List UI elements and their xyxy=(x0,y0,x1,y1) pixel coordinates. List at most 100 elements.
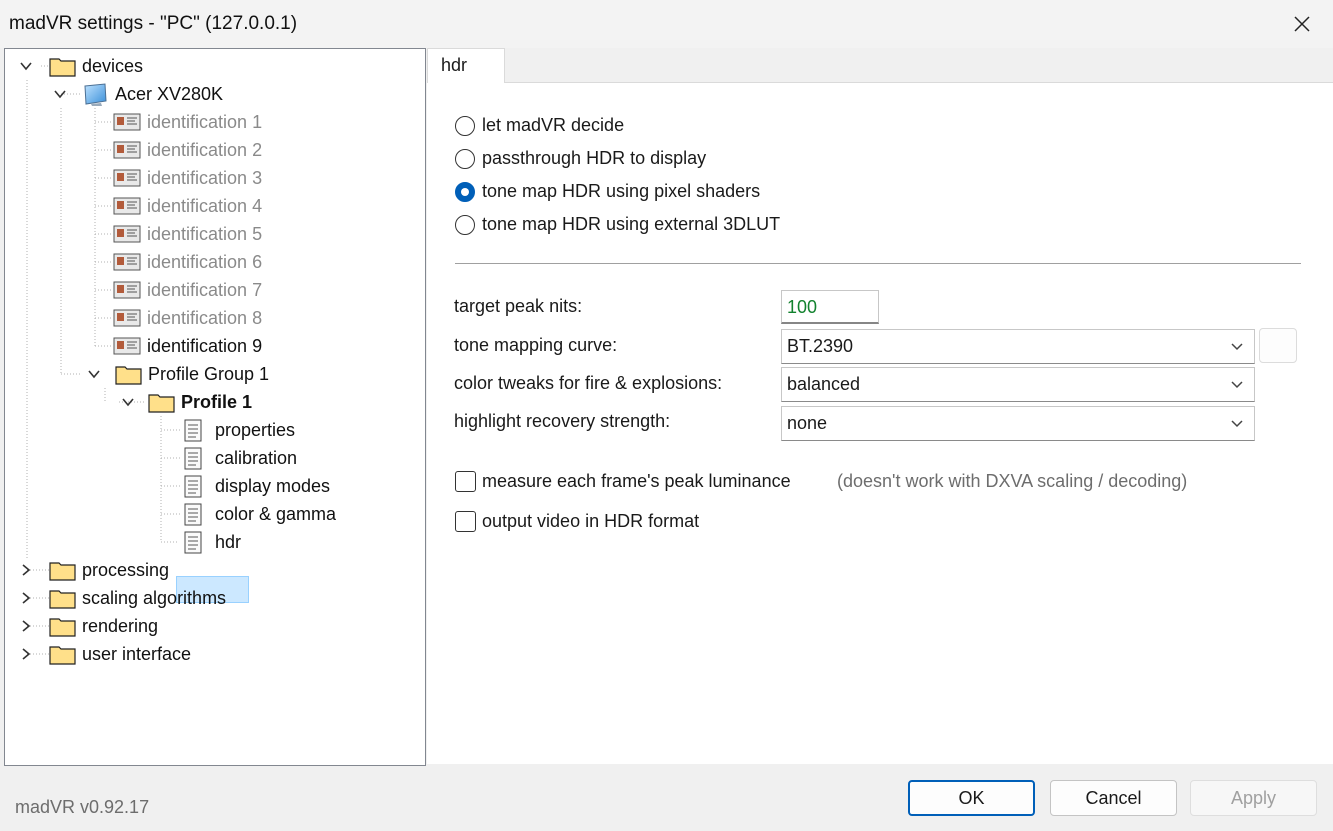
radio-label: let madVR decide xyxy=(482,115,625,135)
chevron-right-icon xyxy=(22,564,31,576)
version-label: madVR v0.92.17 xyxy=(15,797,150,817)
tree-item-identification[interactable]: identification 7 xyxy=(5,276,425,304)
chevron-down-icon xyxy=(1231,420,1243,428)
radio-button[interactable] xyxy=(455,215,475,235)
chevron-down-icon xyxy=(1231,343,1243,351)
tree-item-properties[interactable]: properties xyxy=(5,416,425,444)
tree-item-identification[interactable]: identification 3 xyxy=(5,164,425,192)
tree-item-calibration[interactable]: calibration xyxy=(5,444,425,472)
tree-label-identification: identification 7 xyxy=(147,280,263,300)
dxva-note: (doesn't work with DXVA scaling / decodi… xyxy=(837,471,1188,491)
folder-icon xyxy=(49,618,76,637)
tree-label-processing: processing xyxy=(82,560,170,580)
id-card-icon xyxy=(113,169,141,187)
tree-item-identification[interactable]: identification 5 xyxy=(5,220,425,248)
id-card-icon xyxy=(113,337,141,355)
tree-label-identification: identification 3 xyxy=(147,168,263,188)
tree-label-identification: identification 2 xyxy=(147,140,263,160)
tree-label-devices: devices xyxy=(82,56,144,76)
tree-label-calibration: calibration xyxy=(215,448,298,468)
target-peak-nits-label: target peak nits: xyxy=(454,296,583,316)
document-icon xyxy=(184,419,202,442)
folder-icon xyxy=(49,646,76,665)
tree-item-hdr[interactable]: hdr xyxy=(5,528,425,556)
apply-button[interactable]: Apply xyxy=(1190,780,1317,816)
id-card-icon xyxy=(113,253,141,271)
tab-label: hdr xyxy=(441,55,468,75)
highlight-recovery-label: highlight recovery strength: xyxy=(454,411,671,431)
id-card-icon xyxy=(113,225,141,243)
chevron-down-icon xyxy=(122,398,134,407)
folder-icon xyxy=(49,58,76,77)
tree-item-identification[interactable]: identification 9 xyxy=(5,332,425,360)
radio-button-selected[interactable] xyxy=(455,182,475,202)
monitor-icon xyxy=(84,83,107,106)
tree-label-identification: identification 5 xyxy=(147,224,263,244)
chevron-right-icon xyxy=(22,620,31,632)
document-icon xyxy=(184,531,202,554)
color-tweaks-select[interactable]: balanced xyxy=(781,367,1255,402)
chevron-right-icon xyxy=(22,592,31,604)
tree-item-identification[interactable]: identification 1 xyxy=(5,108,425,136)
chevron-down-icon xyxy=(54,90,66,99)
tree-label-user-interface: user interface xyxy=(82,644,192,664)
ok-button[interactable]: OK xyxy=(908,780,1035,816)
checkbox-label: output video in HDR format xyxy=(482,511,700,531)
select-value: none xyxy=(787,413,828,433)
checkbox[interactable] xyxy=(455,511,476,532)
settings-tree[interactable]: devices Acer XV280K identification 1 ide… xyxy=(4,48,426,766)
tree-label-identification: identification 4 xyxy=(147,196,263,216)
curve-settings-button[interactable] xyxy=(1259,328,1297,363)
radio-label: passthrough HDR to display xyxy=(482,148,707,168)
tree-item-scaling-algorithms[interactable]: scaling algorithms xyxy=(5,584,425,612)
highlight-recovery-select[interactable]: none xyxy=(781,406,1255,441)
tree-label-scaling-algorithms: scaling algorithms xyxy=(82,588,227,608)
radio-label: tone map HDR using pixel shaders xyxy=(482,181,761,201)
tree-item-profile[interactable]: Profile 1 xyxy=(5,388,425,416)
id-card-icon xyxy=(113,309,141,327)
tree-item-identification[interactable]: identification 6 xyxy=(5,248,425,276)
folder-icon xyxy=(148,394,175,413)
radio-button[interactable] xyxy=(455,116,475,136)
settings-page: hdr let madVR decide passthrough HDR to … xyxy=(427,48,1333,764)
tree-item-identification[interactable]: identification 8 xyxy=(5,304,425,332)
tree-item-processing[interactable]: processing xyxy=(5,556,425,584)
tree-item-device[interactable]: Acer XV280K xyxy=(5,80,425,108)
color-tweaks-label: color tweaks for fire & explosions: xyxy=(454,373,723,393)
target-peak-nits-input[interactable]: 100 xyxy=(781,290,879,324)
checkbox[interactable] xyxy=(455,471,476,492)
tree-label-profile: Profile 1 xyxy=(181,392,253,412)
chevron-down-icon xyxy=(88,370,100,379)
radio-button[interactable] xyxy=(455,149,475,169)
tab-hdr[interactable]: hdr xyxy=(427,48,505,83)
id-card-icon xyxy=(113,197,141,215)
tree-label-color-gamma: color & gamma xyxy=(215,504,337,524)
tree-item-display-modes[interactable]: display modes xyxy=(5,472,425,500)
select-value: balanced xyxy=(787,374,861,394)
target-peak-nits-value: 100 xyxy=(787,297,818,317)
cancel-button[interactable]: Cancel xyxy=(1050,780,1177,816)
separator xyxy=(455,263,1301,264)
select-value: BT.2390 xyxy=(787,336,854,356)
tree-label-hdr: hdr xyxy=(215,532,242,552)
tree-item-rendering[interactable]: rendering xyxy=(5,612,425,640)
tree-item-user-interface[interactable]: user interface xyxy=(5,640,425,668)
window-title: madVR settings - "PC" (127.0.0.1) xyxy=(9,13,298,34)
close-button[interactable] xyxy=(1271,0,1333,48)
tab-strip: hdr xyxy=(427,48,1333,83)
tree-item-color-gamma[interactable]: color & gamma xyxy=(5,500,425,528)
id-card-icon xyxy=(113,113,141,131)
close-icon xyxy=(1294,16,1310,32)
tone-mapping-curve-label: tone mapping curve: xyxy=(454,335,618,355)
tree-item-identification[interactable]: identification 2 xyxy=(5,136,425,164)
folder-icon xyxy=(49,562,76,581)
tree-item-devices[interactable]: devices xyxy=(5,52,425,80)
tree-label-profile-group: Profile Group 1 xyxy=(148,364,270,384)
document-icon xyxy=(184,475,202,498)
tree-item-identification[interactable]: identification 4 xyxy=(5,192,425,220)
tree-label-properties: properties xyxy=(215,420,296,440)
tone-mapping-curve-select[interactable]: BT.2390 xyxy=(781,329,1255,364)
tree-item-profile-group[interactable]: Profile Group 1 xyxy=(5,360,425,388)
radio-label: tone map HDR using external 3DLUT xyxy=(482,214,781,234)
title-bar: madVR settings - "PC" (127.0.0.1) xyxy=(0,0,1333,48)
